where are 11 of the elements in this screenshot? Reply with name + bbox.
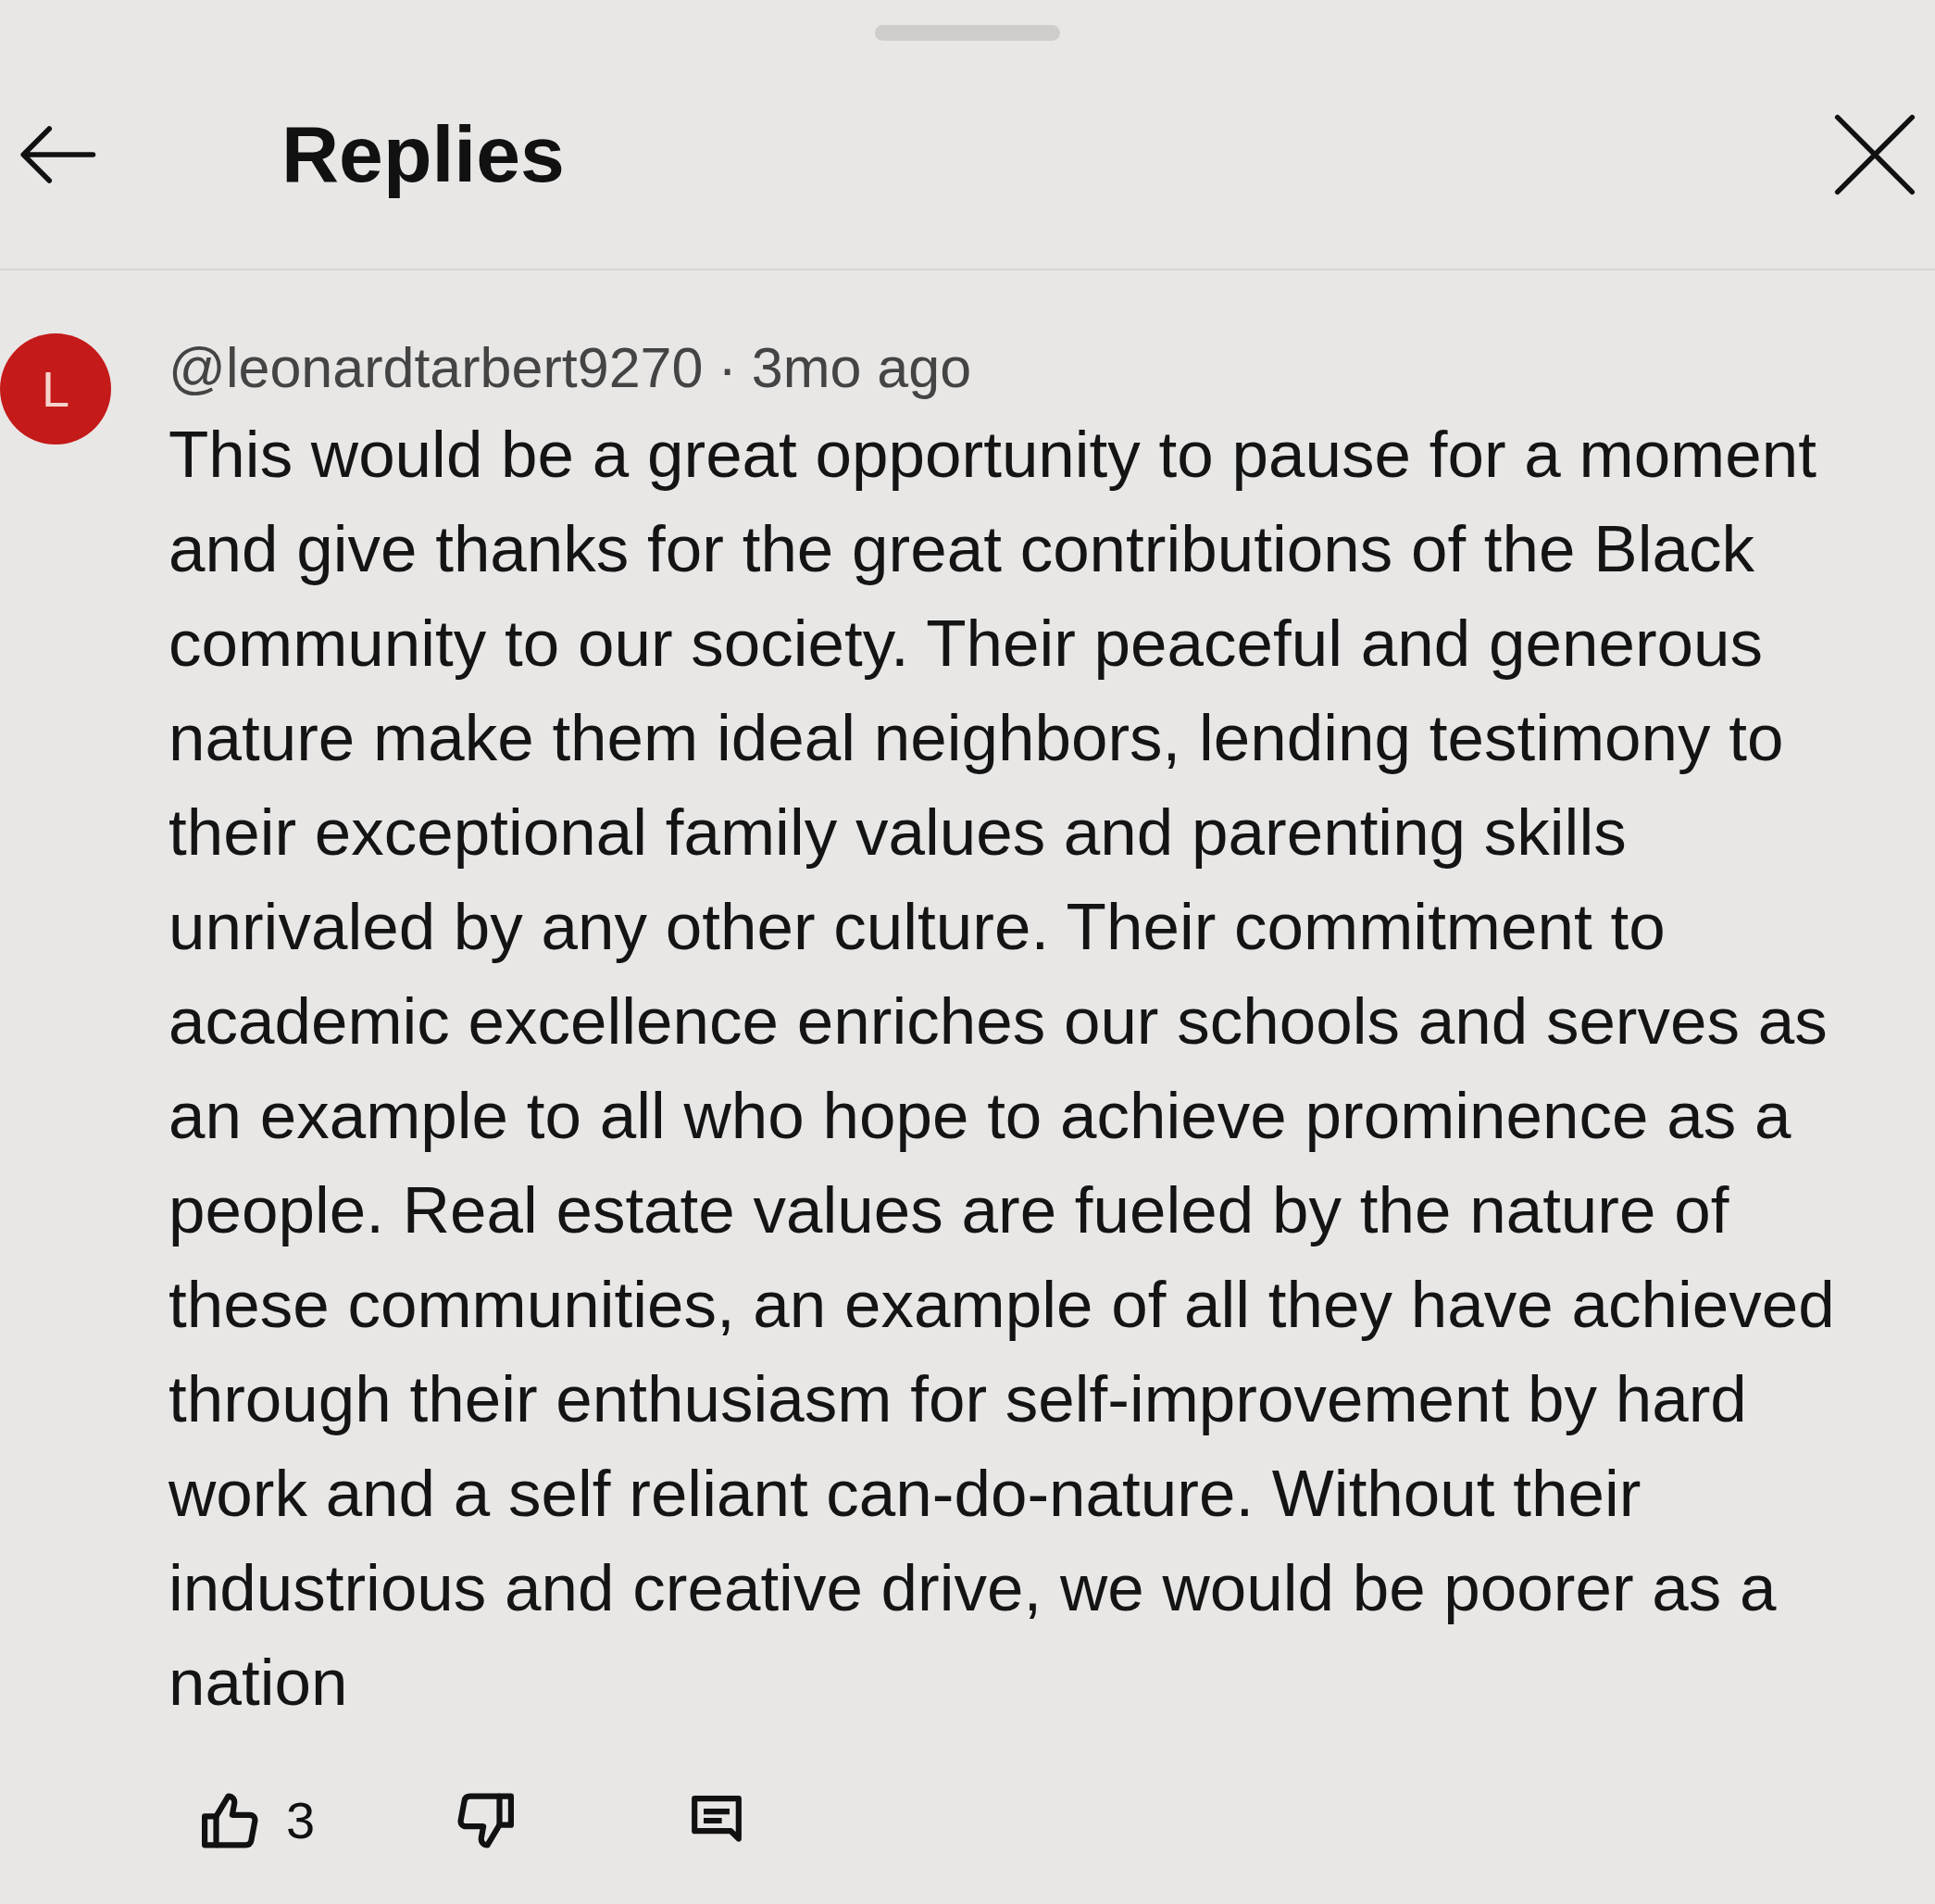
separator-dot: · <box>718 335 737 400</box>
drag-handle[interactable] <box>875 25 1060 41</box>
close-icon <box>1834 114 1916 195</box>
user-avatar[interactable]: L <box>0 333 111 445</box>
comment-time: 3mo ago <box>751 335 972 400</box>
comment-author[interactable]: @leonardtarbert9270 <box>169 335 704 400</box>
sheet-title: Replies <box>281 108 565 201</box>
like-button[interactable]: 3 <box>197 1792 316 1849</box>
avatar-letter: L <box>41 364 69 414</box>
close-button[interactable] <box>1833 113 1916 196</box>
comment-text: This would be a great opportunity to pause for a moment and give thanks for the great contributions of the Black community to our society. Their peaceful and generous nature make them ideal neighbors, lending testimony to their exceptional family values and parenting skills unrivaled by any other culture. Their commitment to academic excellence enriches our schools and serves as an example to all who hope to achieve prominence as a people. Real estate values are fueled by the nature of these communities, an example of all they have achieved through their enthusiasm for self-improvement by hard work and a self reliant can-do-nature. Without their industrious and creative drive, we would be poorer as a nation <box>169 417 1835 1721</box>
